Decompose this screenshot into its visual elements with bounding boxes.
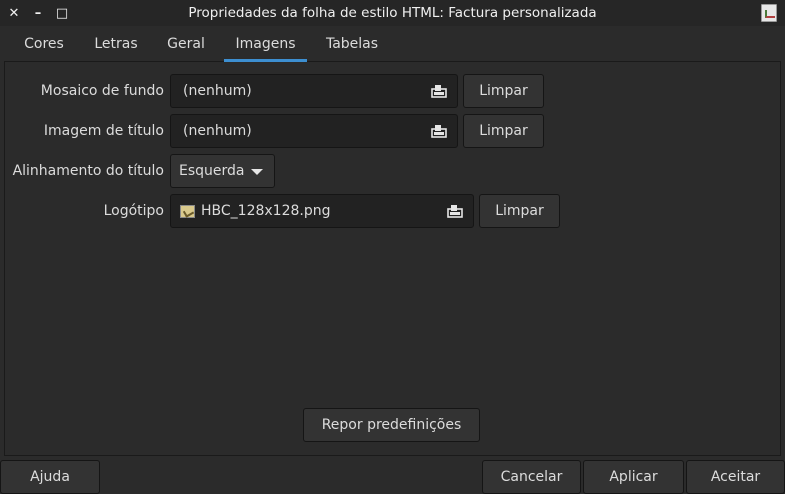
tab-bar: Cores Letras Geral Imagens Tabelas bbox=[4, 26, 781, 62]
help-button[interactable]: Ajuda bbox=[0, 460, 100, 494]
tab-general[interactable]: Geral bbox=[158, 26, 214, 62]
logo-clear-button[interactable]: Limpar bbox=[479, 194, 560, 228]
reset-defaults-button[interactable]: Repor predefinições bbox=[303, 408, 480, 442]
background-tile-value: (nenhum) bbox=[183, 83, 252, 99]
heading-image-clear-button[interactable]: Limpar bbox=[463, 114, 544, 148]
background-tile-label: Mosaico de fundo bbox=[40, 83, 164, 99]
heading-alignment-dropdown[interactable]: Esquerda bbox=[170, 154, 275, 188]
app-icon bbox=[761, 4, 777, 22]
heading-alignment-value: Esquerda bbox=[179, 163, 245, 179]
file-chooser-icon[interactable] bbox=[431, 124, 447, 138]
cancel-button[interactable]: Cancelar bbox=[482, 460, 581, 494]
logo-value: HBC_128x128.png bbox=[201, 203, 331, 219]
title-bar: ✕ – □ Propriedades da folha de estilo HT… bbox=[0, 0, 785, 26]
heading-image-file-chooser[interactable]: (nenhum) bbox=[170, 114, 458, 148]
window-title: Propriedades da folha de estilo HTML: Fa… bbox=[188, 5, 597, 21]
file-chooser-icon[interactable] bbox=[431, 84, 447, 98]
tab-colors[interactable]: Cores bbox=[14, 26, 74, 62]
image-file-icon bbox=[180, 204, 195, 218]
file-chooser-icon[interactable] bbox=[447, 204, 463, 218]
tab-tables[interactable]: Tabelas bbox=[317, 26, 387, 62]
heading-image-label: Imagem de título bbox=[43, 123, 164, 139]
apply-button[interactable]: Aplicar bbox=[583, 460, 684, 494]
heading-image-value: (nenhum) bbox=[183, 123, 252, 139]
ok-button[interactable]: Aceitar bbox=[686, 460, 785, 494]
logo-label: Logótipo bbox=[103, 203, 164, 219]
chevron-down-icon bbox=[251, 169, 263, 175]
background-tile-file-chooser[interactable]: (nenhum) bbox=[170, 74, 458, 108]
tab-images[interactable]: Imagens bbox=[224, 26, 307, 62]
logo-file-chooser[interactable]: HBC_128x128.png bbox=[170, 194, 474, 228]
tab-fonts[interactable]: Letras bbox=[84, 26, 148, 62]
background-tile-clear-button[interactable]: Limpar bbox=[463, 74, 544, 108]
heading-alignment-label: Alinhamento do título bbox=[12, 163, 164, 179]
